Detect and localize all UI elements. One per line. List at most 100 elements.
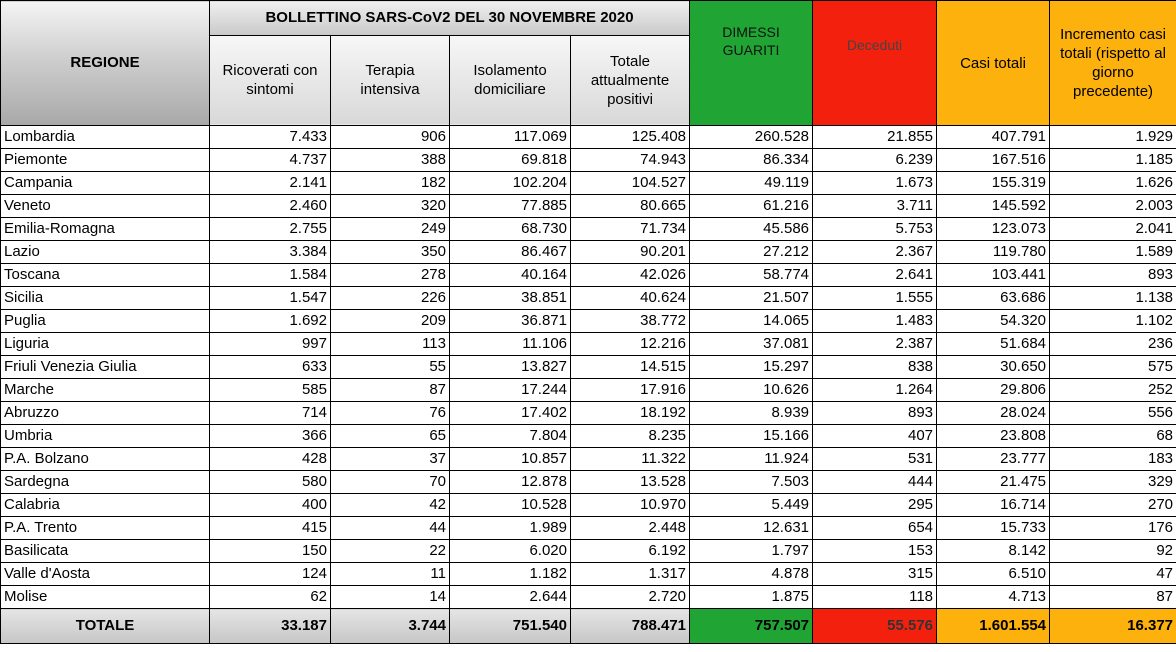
table-cell: 260.528 [689,125,814,149]
table-cell: 329 [1049,470,1176,494]
table-cell: 51.684 [936,332,1051,356]
region-name: Toscana [0,263,210,287]
table-cell: 2.460 [209,194,331,218]
table-cell: 7.804 [449,424,571,448]
table-cell: 45.586 [689,217,814,241]
table-cell: 654 [812,516,938,540]
table-cell: 71.734 [569,217,691,241]
table-cell: 37 [330,447,450,471]
region-name: Umbria [0,424,210,448]
table-cell: 68 [1049,424,1176,448]
table-cell: 415 [209,516,331,540]
table-cell: 87 [1049,585,1176,609]
table-cell: 350 [330,240,450,264]
table-cell: 1.673 [812,171,938,195]
table-cell: 14.515 [569,355,691,379]
table-cell: 54.320 [936,309,1051,333]
table-cell: 1.264 [812,378,938,402]
table-cell: 18.192 [569,401,691,425]
region-name: Friuli Venezia Giulia [0,355,210,379]
table-row: Basilicata 150 22 6.020 6.192 1.797 153 8.142 92 [0,539,1176,563]
table-cell: 176 [1049,516,1176,540]
table-cell: 104.527 [569,171,691,195]
table-cell: 119.780 [936,240,1051,264]
table-cell: 15.297 [689,355,814,379]
table-cell: 182 [330,171,450,195]
table-cell: 11.924 [689,447,814,471]
header-dimessi-guariti: DIMESSI GUARITI [689,0,814,126]
table-cell: 68.730 [449,217,571,241]
table-row: Umbria 366 65 7.804 8.235 15.166 407 23.808 68 [0,424,1176,448]
table-cell: 7.433 [209,125,331,149]
region-name: Lazio [0,240,210,264]
table-cell: 2.641 [812,263,938,287]
table-cell: 400 [209,493,331,517]
region-name: P.A. Trento [0,516,210,540]
region-name: Valle d'Aosta [0,562,210,586]
table-cell: 155.319 [936,171,1051,195]
region-name: Liguria [0,332,210,356]
table-cell: 21.855 [812,125,938,149]
table-cell: 236 [1049,332,1176,356]
table-cell: 10.970 [569,493,691,517]
table-cell: 1.317 [569,562,691,586]
table-cell: 1.102 [1049,309,1176,333]
table-cell: 407.791 [936,125,1051,149]
table-cell: 167.516 [936,148,1051,172]
table-row: Veneto 2.460 320 77.885 80.665 61.216 3.711 145… [0,194,1176,218]
table-cell: 1.875 [689,585,814,609]
bulletin-table-container: REGIONE BOLLETTINO SARS-CoV2 DEL 30 NOVE… [0,0,1176,652]
table-cell: 47 [1049,562,1176,586]
table-cell: 444 [812,470,938,494]
totals-cell: 757.507 [689,608,814,644]
table-cell: 16.714 [936,493,1051,517]
header-incremento: Incremento casi totali (rispetto al gior… [1049,0,1176,126]
table-cell: 22 [330,539,450,563]
table-row: Puglia 1.692 209 36.871 38.772 14.065 1.483 54.… [0,309,1176,333]
table-cell: 17.916 [569,378,691,402]
table-cell: 2.041 [1049,217,1176,241]
region-name: Lombardia [0,125,210,149]
table-cell: 65 [330,424,450,448]
region-name: Sardegna [0,470,210,494]
table-cell: 8.142 [936,539,1051,563]
table-cell: 87 [330,378,450,402]
header-casi-totali: Casi totali [936,0,1051,126]
table-cell: 1.692 [209,309,331,333]
table-cell: 226 [330,286,450,310]
table-cell: 2.387 [812,332,938,356]
table-cell: 80.665 [569,194,691,218]
table-cell: 428 [209,447,331,471]
header-isolamento: Isolamento domiciliare [449,34,571,127]
table-cell: 4.713 [936,585,1051,609]
table-cell: 13.528 [569,470,691,494]
totals-row: TOTALE 33.187 3.744 751.540 788.471 757.507 55… [0,608,1176,644]
table-cell: 11.106 [449,332,571,356]
table-cell: 8.235 [569,424,691,448]
table-cell: 76 [330,401,450,425]
table-row: Valle d'Aosta 124 11 1.182 1.317 4.878 315 6.51… [0,562,1176,586]
table-cell: 1.138 [1049,286,1176,310]
table-cell: 838 [812,355,938,379]
table-cell: 6.020 [449,539,571,563]
table-cell: 407 [812,424,938,448]
table-cell: 62 [209,585,331,609]
table-cell: 103.441 [936,263,1051,287]
table-cell: 55 [330,355,450,379]
table-cell: 3.384 [209,240,331,264]
table-row: Sicilia 1.547 226 38.851 40.624 21.507 1.555 63… [0,286,1176,310]
table-cell: 15.733 [936,516,1051,540]
table-cell: 906 [330,125,450,149]
table-cell: 575 [1049,355,1176,379]
table-cell: 12.631 [689,516,814,540]
table-cell: 1.483 [812,309,938,333]
table-row: Campania 2.141 182 102.204 104.527 49.119 1.67… [0,171,1176,195]
table-cell: 2.644 [449,585,571,609]
table-cell: 145.592 [936,194,1051,218]
table-cell: 2.367 [812,240,938,264]
totals-cell: 751.540 [449,608,571,644]
table-cell: 92 [1049,539,1176,563]
table-cell: 1.547 [209,286,331,310]
table-cell: 17.402 [449,401,571,425]
table-row: Liguria 997 113 11.106 12.216 37.081 2.387 51.6… [0,332,1176,356]
